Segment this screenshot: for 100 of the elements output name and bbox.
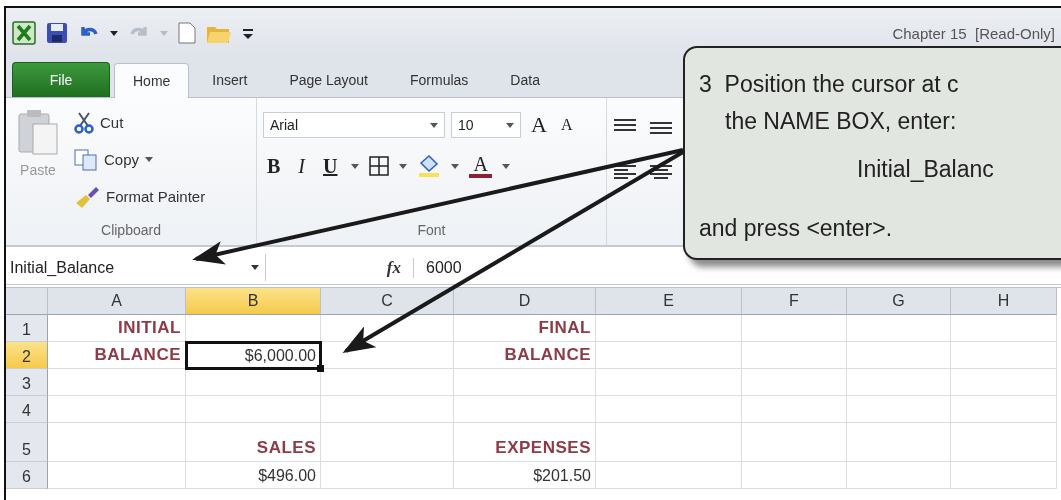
row-header[interactable]: 2 xyxy=(6,342,48,369)
empty-cell[interactable] xyxy=(186,369,321,396)
empty-cell[interactable] xyxy=(951,462,1057,489)
ribbon-tab[interactable]: Page Layout xyxy=(270,62,387,97)
empty-cell[interactable] xyxy=(321,462,454,489)
empty-cell[interactable] xyxy=(951,396,1057,423)
empty-cell[interactable] xyxy=(596,423,742,462)
fill-handle[interactable] xyxy=(317,365,324,372)
save-icon[interactable] xyxy=(46,22,68,44)
table-cell[interactable]: $496.00 xyxy=(186,462,321,489)
name-box[interactable]: Initial_Balance xyxy=(6,254,266,281)
caret-icon[interactable] xyxy=(351,163,360,169)
empty-cell[interactable] xyxy=(321,315,454,342)
caret-icon[interactable] xyxy=(430,122,438,128)
empty-cell[interactable] xyxy=(742,462,847,489)
empty-cell[interactable] xyxy=(321,396,454,423)
empty-cell[interactable] xyxy=(742,423,847,462)
table-cell[interactable]: INITIAL xyxy=(48,315,186,342)
ribbon-tab[interactable]: Home xyxy=(114,63,190,98)
empty-cell[interactable] xyxy=(847,462,951,489)
ribbon-tab[interactable]: File xyxy=(12,62,110,97)
empty-cell[interactable] xyxy=(742,342,847,369)
borders-icon[interactable] xyxy=(369,156,390,176)
shrink-font-button[interactable]: A xyxy=(556,117,577,133)
table-cell[interactable]: BALANCE xyxy=(48,342,186,369)
row-header[interactable]: 1 xyxy=(6,315,48,342)
caret-icon[interactable] xyxy=(501,163,510,169)
empty-cell[interactable] xyxy=(951,342,1057,369)
empty-cell[interactable] xyxy=(454,369,596,396)
row-header[interactable]: 3 xyxy=(6,369,48,396)
empty-cell[interactable] xyxy=(847,396,951,423)
empty-cell[interactable] xyxy=(321,342,454,369)
row-header[interactable]: 5 xyxy=(6,423,48,462)
callout-text: the NAME BOX, enter: xyxy=(725,107,957,135)
italic-button[interactable]: I xyxy=(294,156,309,176)
empty-cell[interactable] xyxy=(847,315,951,342)
empty-cell[interactable] xyxy=(847,369,951,396)
font-name-dropdown[interactable]: Arial xyxy=(263,112,445,138)
insert-function-button[interactable]: fx xyxy=(266,257,414,278)
row-header[interactable]: 4 xyxy=(6,396,48,423)
empty-cell[interactable] xyxy=(951,369,1057,396)
new-document-icon[interactable] xyxy=(178,22,196,44)
empty-cell[interactable] xyxy=(186,396,321,423)
empty-cell[interactable] xyxy=(596,315,742,342)
font-size-dropdown[interactable]: 10 xyxy=(451,112,521,138)
caret-icon[interactable] xyxy=(110,30,118,36)
column-header[interactable]: E xyxy=(596,288,742,315)
underline-button[interactable]: U xyxy=(319,156,342,176)
format-painter-button[interactable]: Format Painter xyxy=(74,181,206,212)
caret-icon[interactable] xyxy=(451,163,460,169)
ribbon-tab[interactable]: Insert xyxy=(193,62,267,97)
customize-menu-icon[interactable] xyxy=(242,26,254,40)
column-header[interactable]: B xyxy=(186,288,321,315)
empty-cell[interactable] xyxy=(596,342,742,369)
align-left-icon[interactable] xyxy=(613,164,637,180)
empty-cell[interactable] xyxy=(847,342,951,369)
empty-cell[interactable] xyxy=(321,369,454,396)
ribbon-tab[interactable]: Data xyxy=(491,62,559,97)
copy-icon xyxy=(74,148,98,171)
align-center-icon[interactable] xyxy=(649,164,673,180)
table-cell[interactable]: FINAL xyxy=(454,315,596,342)
formula-input[interactable]: 6000 xyxy=(414,258,1061,277)
select-all-button[interactable] xyxy=(6,288,48,315)
empty-cell[interactable] xyxy=(742,369,847,396)
empty-cell[interactable] xyxy=(321,423,454,462)
table-cell[interactable]: SALES xyxy=(186,423,321,462)
table-cell[interactable]: BALANCE xyxy=(454,342,596,369)
empty-cell[interactable] xyxy=(847,423,951,462)
copy-button[interactable]: Copy xyxy=(74,144,206,175)
bold-button[interactable]: B xyxy=(263,156,285,176)
column-header[interactable]: G xyxy=(847,288,951,315)
scissors-icon xyxy=(74,111,94,134)
align-top-icon[interactable] xyxy=(613,118,637,134)
caret-icon[interactable] xyxy=(145,157,154,162)
empty-cell[interactable] xyxy=(951,423,1057,462)
grow-font-button[interactable]: A xyxy=(527,114,551,136)
empty-cell[interactable] xyxy=(596,462,742,489)
table-cell[interactable]: EXPENSES xyxy=(454,423,596,462)
empty-cell[interactable] xyxy=(454,396,596,423)
caret-icon[interactable] xyxy=(506,122,514,128)
empty-cell[interactable] xyxy=(742,315,847,342)
column-header[interactable]: D xyxy=(454,288,596,315)
empty-cell[interactable] xyxy=(951,315,1057,342)
cut-button[interactable]: Cut xyxy=(74,107,206,138)
column-header[interactable]: C xyxy=(321,288,454,315)
table-cell[interactable]: $201.50 xyxy=(454,462,596,489)
empty-cell[interactable] xyxy=(742,396,847,423)
column-header[interactable]: A xyxy=(48,288,186,315)
callout-text: and press <enter>. xyxy=(699,214,893,242)
column-header[interactable]: F xyxy=(742,288,847,315)
font-color-button[interactable]: A xyxy=(469,154,492,178)
caret-icon[interactable] xyxy=(399,163,408,169)
fill-bucket-icon[interactable] xyxy=(417,155,442,177)
empty-cell[interactable] xyxy=(596,396,742,423)
ribbon-tab[interactable]: Formulas xyxy=(391,62,488,97)
table-cell[interactable]: $6,000.00 xyxy=(186,342,321,369)
caret-icon[interactable] xyxy=(251,265,259,270)
row-header[interactable]: 6 xyxy=(6,462,48,489)
column-header[interactable]: H xyxy=(951,288,1057,315)
empty-cell[interactable] xyxy=(596,369,742,396)
